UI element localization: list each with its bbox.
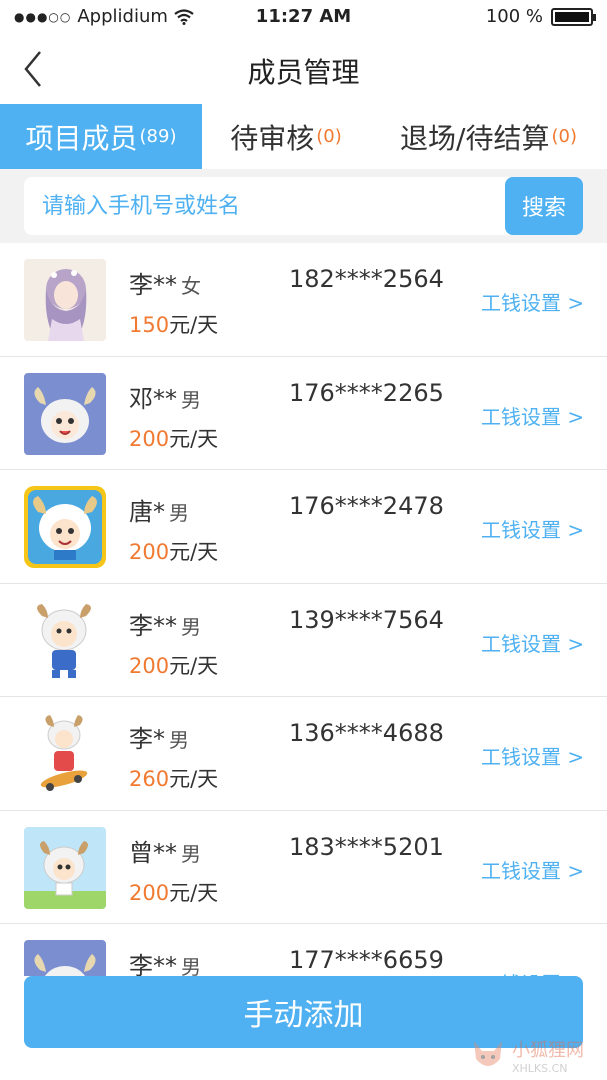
list-item[interactable]: 唐* 男 200元/天 176****2478 工钱设置 >: [0, 470, 607, 584]
wage-settings-link[interactable]: 工钱设置 >: [481, 968, 584, 976]
list-item[interactable]: 邓** 男 200元/天 176****2265 工钱设置 >: [0, 357, 607, 470]
phone-number: 183****5201: [289, 832, 444, 861]
status-right: 100 %: [485, 6, 596, 27]
tab-exited-settlement[interactable]: 退场/待结算 (0): [370, 104, 607, 169]
tab-bar: 项目成员 (89) 待审核 (0) 退场/待结算 (0): [0, 104, 607, 169]
gender: 男: [181, 387, 201, 412]
wage-settings-link[interactable]: 工钱设置 >: [481, 741, 584, 770]
list-item[interactable]: 曾** 男 200元/天 183****5201 工钱设置 >: [0, 811, 607, 924]
list-item[interactable]: 李**男 177****6659 工钱设置 >: [0, 924, 607, 976]
watermark: 小狐狸网 XHLKS.CN: [468, 1030, 607, 1080]
name-text: 曾**: [129, 838, 177, 867]
watermark-en: XHLKS.CN: [512, 1061, 568, 1075]
avatar: [24, 713, 106, 795]
list-item[interactable]: 李* 男 260元/天 136****4688 工钱设置 >: [0, 697, 607, 811]
phone-number: 177****6659: [289, 946, 444, 974]
daily-wage: 200元/天: [129, 877, 218, 907]
watermark-cn: 小狐狸网: [512, 1039, 584, 1061]
wage-unit: 元/天: [169, 426, 219, 451]
battery-icon: [551, 7, 596, 26]
wage-amount: 200: [129, 880, 170, 905]
search-button[interactable]: 搜索: [505, 177, 583, 235]
search-input[interactable]: [24, 177, 510, 235]
name-text: 唐*: [129, 498, 165, 526]
wage-amount: 200: [129, 426, 170, 451]
phone-number: 139****7564: [289, 605, 444, 634]
name-text: 李**: [129, 611, 177, 640]
phone-number: 182****2564: [289, 265, 444, 293]
tab-count: (0): [551, 126, 577, 147]
member-name: 曾** 男: [129, 833, 201, 868]
phone-number: 176****2265: [289, 378, 444, 407]
gender: 男: [181, 841, 201, 866]
list-item[interactable]: 李** 男 200元/天 139****7564 工钱设置 >: [0, 584, 607, 697]
tab-pending-review[interactable]: 待审核 (0): [202, 104, 370, 169]
daily-wage: 260元/天: [129, 763, 218, 793]
wage-amount: 200: [129, 540, 170, 564]
avatar: [24, 940, 106, 976]
wage-settings-link[interactable]: 工钱设置 >: [481, 628, 584, 657]
watermark-text: 小狐狸网 XHLKS.CN: [512, 1036, 584, 1075]
tab-label: 项目成员: [25, 121, 138, 155]
tab-project-members[interactable]: 项目成员 (89): [0, 104, 202, 169]
daily-wage: 200元/天: [129, 423, 218, 453]
wage-settings-link[interactable]: 工钱设置 >: [481, 514, 584, 543]
member-name: 唐* 男: [129, 492, 189, 527]
wage-amount: 150: [129, 313, 170, 337]
avatar: [24, 486, 106, 568]
gender: 女: [181, 274, 201, 298]
tab-label: 退场/待结算: [400, 121, 550, 155]
daily-wage: 200元/天: [129, 536, 218, 566]
tab-label: 待审核: [230, 121, 315, 155]
name-text: 李*: [129, 725, 165, 753]
member-name: 邓** 男: [129, 379, 201, 414]
daily-wage: 150元/天: [129, 309, 218, 339]
avatar: [24, 599, 106, 682]
member-list: 李** 女 150元/天 182****2564 工钱设置 > 邓** 男 200元…: [0, 243, 607, 976]
search-bar: 搜索: [0, 169, 607, 243]
wage-settings-link[interactable]: 工钱设置 >: [481, 287, 584, 316]
avatar: [24, 259, 106, 341]
avatar: [24, 826, 106, 909]
gender: 男: [181, 955, 201, 976]
member-name: 李** 男: [129, 606, 201, 641]
name-text: 邓**: [129, 384, 177, 413]
member-name: 李* 男: [129, 719, 189, 754]
name-text: 李**: [129, 271, 177, 299]
wage-amount: 200: [129, 653, 170, 678]
wage-settings-link[interactable]: 工钱设置 >: [481, 855, 584, 884]
list-item[interactable]: 李** 女 150元/天 182****2564 工钱设置 >: [0, 243, 607, 357]
phone-number: 176****2478: [289, 492, 444, 520]
battery-percent: 100 %: [485, 6, 543, 27]
tab-count: (89): [139, 126, 177, 147]
wage-unit: 元/天: [169, 313, 219, 337]
nav-bar: 成员管理: [0, 34, 607, 104]
wage-unit: 元/天: [169, 767, 219, 791]
daily-wage: 200元/天: [129, 650, 218, 680]
name-text: 李**: [129, 952, 177, 976]
status-bar: ●●●○○ Applidium 11:27 AM 100 %: [0, 0, 607, 34]
wage-unit: 元/天: [169, 880, 219, 905]
wage-unit: 元/天: [169, 540, 219, 564]
gender: 男: [181, 614, 201, 639]
member-name: 李** 男: [129, 946, 201, 976]
gender: 男: [169, 501, 189, 525]
page-title: 成员管理: [247, 56, 360, 89]
phone-number: 136****4688: [289, 719, 444, 747]
wage-settings-link[interactable]: 工钱设置 >: [481, 401, 584, 430]
tab-count: (0): [316, 126, 342, 147]
wage-unit: 元/天: [169, 653, 219, 678]
avatar: [24, 372, 106, 455]
wage-amount: 260: [129, 767, 170, 791]
member-name: 李** 女: [129, 265, 201, 300]
gender: 男: [169, 728, 189, 752]
fox-logo-icon: [474, 1041, 502, 1066]
